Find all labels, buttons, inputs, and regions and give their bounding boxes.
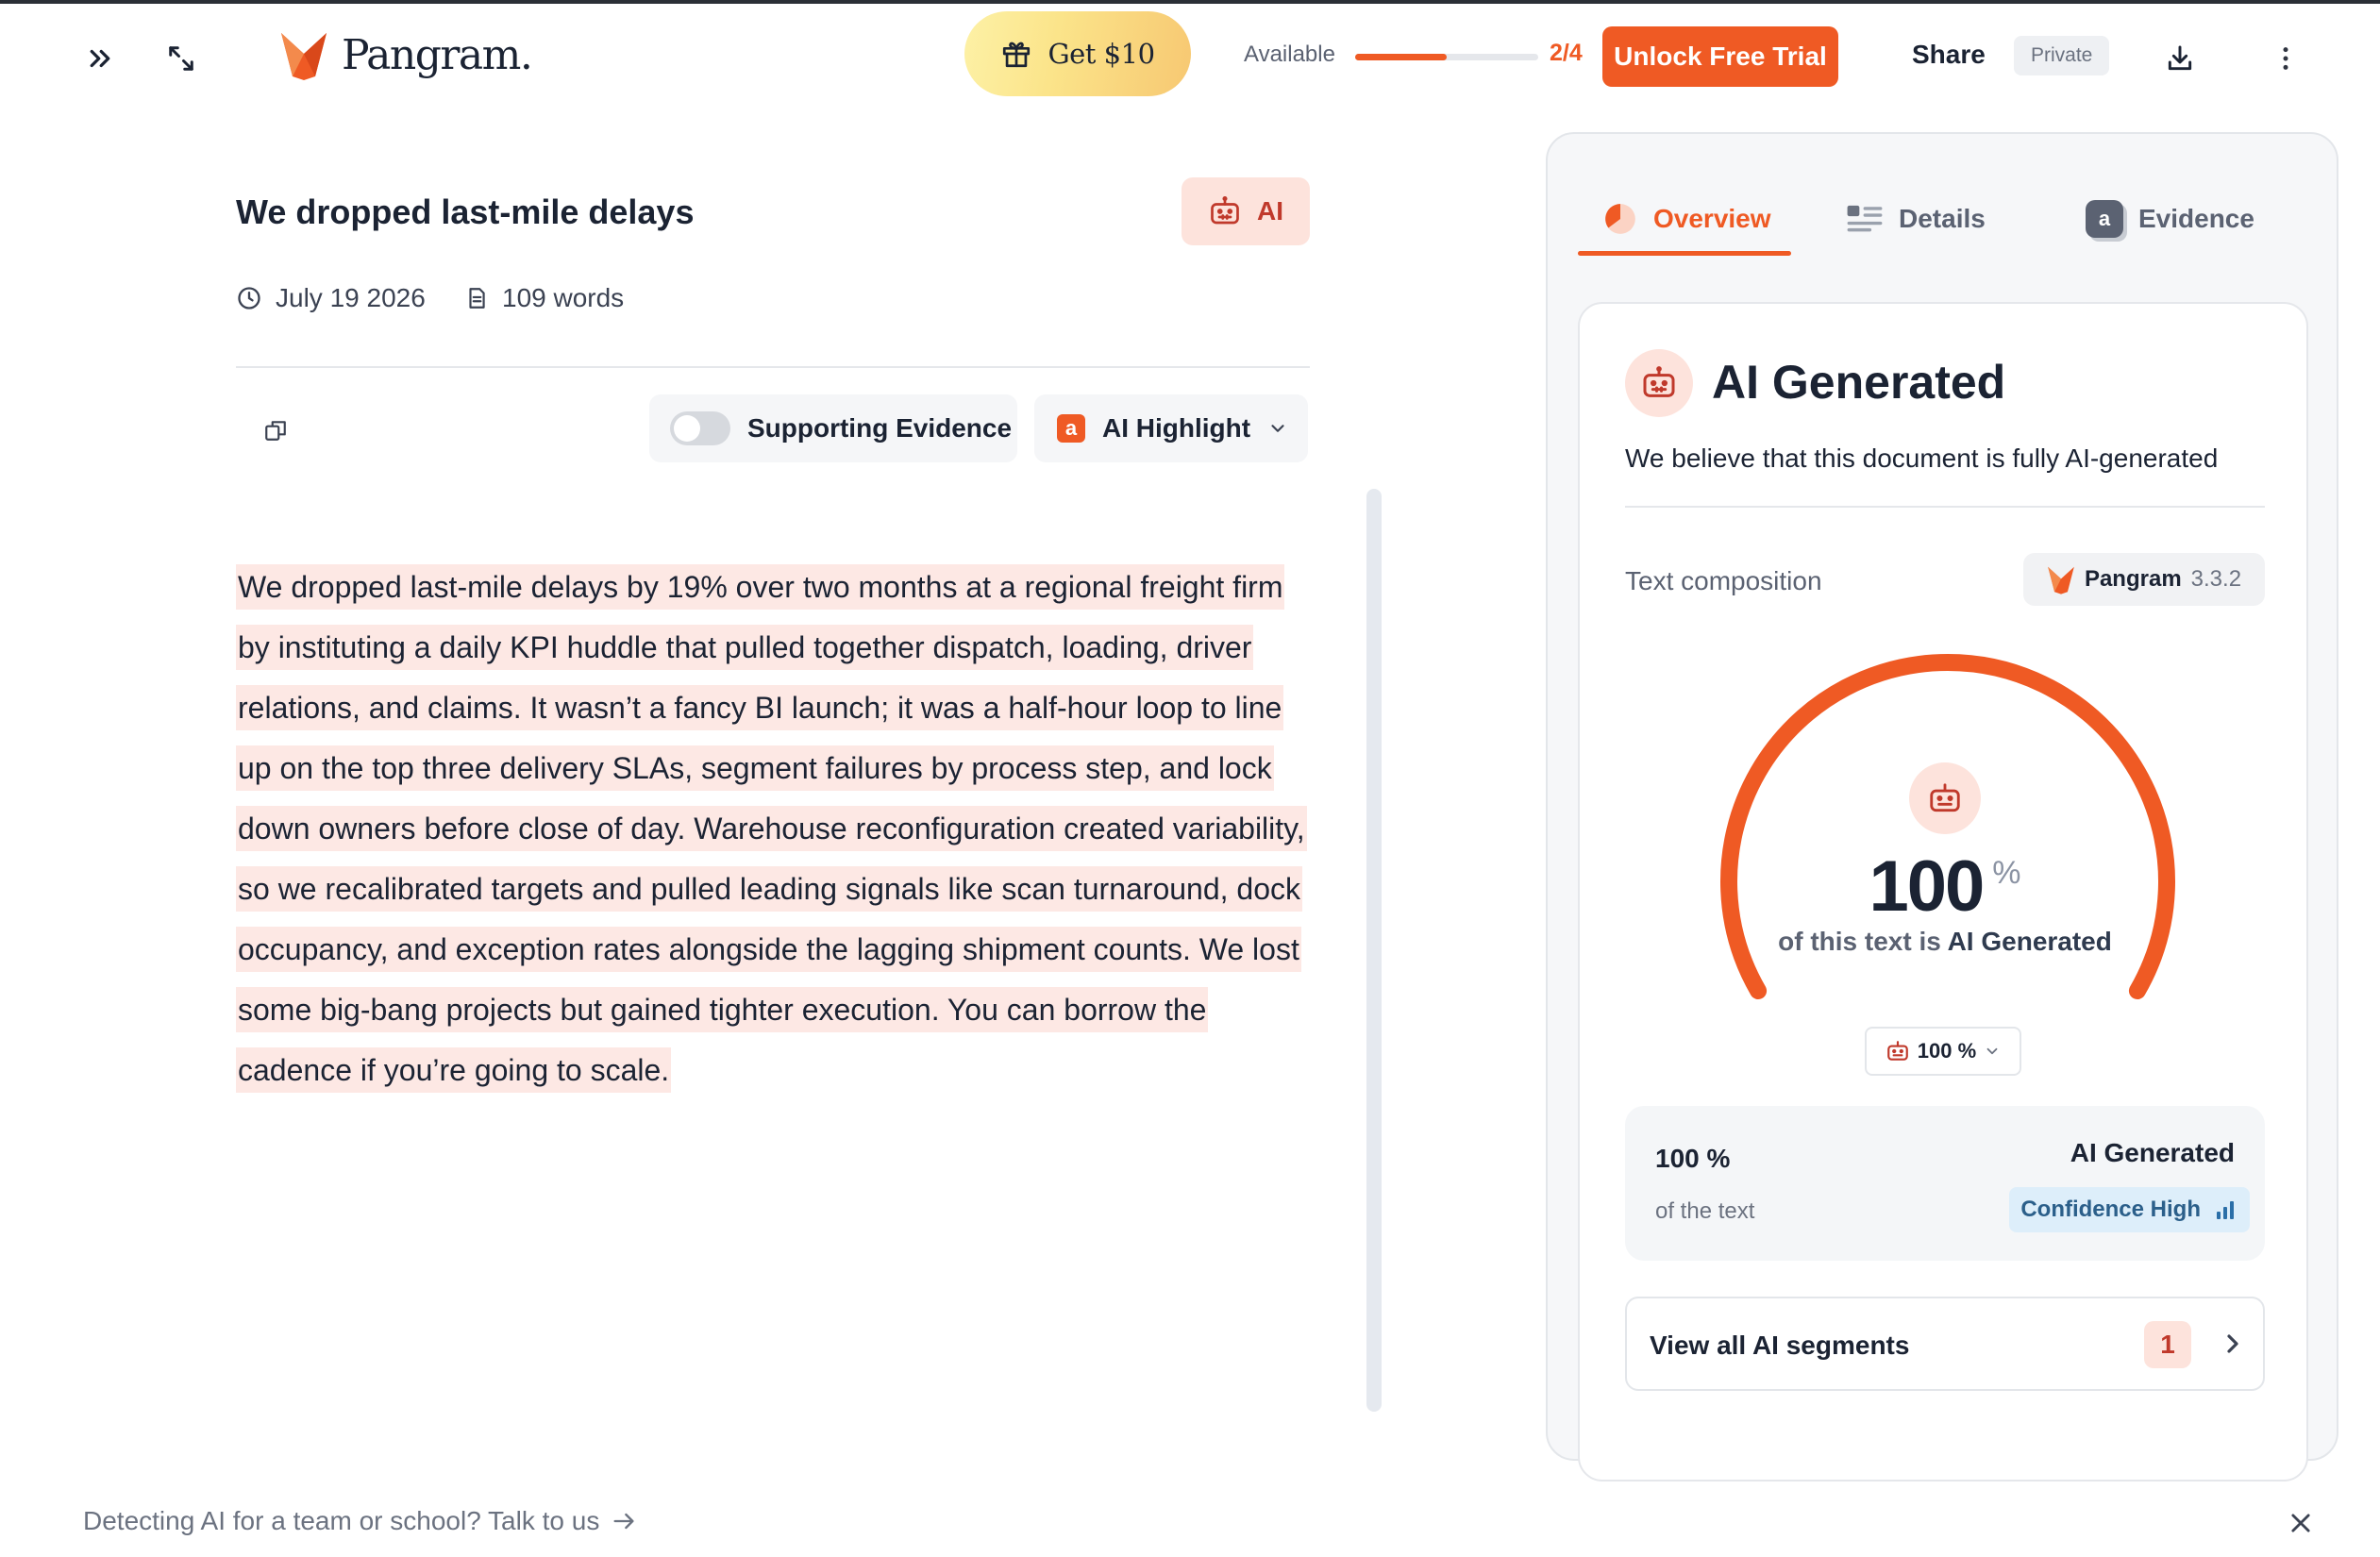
clock-icon	[238, 287, 260, 310]
close-banner-button[interactable]	[2282, 1504, 2320, 1542]
expand-sidebar-button[interactable]	[74, 32, 126, 85]
promo-label: Get $10	[1048, 38, 1155, 70]
usage-progress-bar	[1355, 54, 1538, 60]
gauge-caption-prefix: of this text is	[1778, 927, 1948, 956]
summary-box: 100 % of the text AI Generated Confidenc…	[1625, 1106, 2265, 1261]
chevron-right-icon	[2227, 1334, 2238, 1353]
tab-details[interactable]: Details	[1846, 191, 1986, 247]
arrow-right-icon	[613, 1513, 634, 1530]
gauge-caption-strong: AI Generated	[1947, 927, 2112, 956]
model-name: Pangram	[2084, 566, 2182, 592]
model-version-chip: Pangram 3.3.2	[2023, 553, 2265, 606]
close-icon	[2291, 1514, 2310, 1532]
evidence-icon: a	[2086, 200, 2123, 238]
team-contact-text: Detecting AI for a team or school? Talk …	[83, 1506, 600, 1535]
download-icon	[2168, 45, 2192, 71]
logo-text: Pangram.	[342, 30, 533, 79]
toggle-switch[interactable]	[670, 411, 730, 445]
percent-select[interactable]: 100 %	[1865, 1027, 2021, 1076]
confidence-badge: Confidence High	[2009, 1187, 2250, 1232]
ai-badge-label: AI	[1257, 196, 1283, 226]
details-list-icon	[1847, 205, 1883, 232]
tab-evidence-label: Evidence	[2138, 204, 2254, 233]
ai-highlight-label: AI Highlight	[1102, 413, 1251, 443]
gauge-number: 100	[1869, 846, 1985, 927]
usage-count: 2/4	[1550, 40, 1583, 66]
fullscreen-button[interactable]	[155, 32, 208, 85]
word-count: 109 words	[464, 283, 624, 313]
gift-icon	[1003, 42, 1031, 68]
gauge-robot-icon-circle	[1909, 762, 1981, 834]
confidence-label: Confidence High	[2020, 1197, 2201, 1222]
gauge-caption: of this text is AI Generated	[1580, 927, 2306, 957]
model-version: 3.3.2	[2190, 566, 2242, 592]
get-10-promo-button[interactable]: Get $10	[964, 11, 1191, 96]
chevron-down-icon	[1986, 1047, 1998, 1055]
document-date: July 19 2026	[236, 283, 426, 313]
tab-details-label: Details	[1899, 204, 1986, 233]
chevrons-right-icon	[90, 49, 110, 68]
pangram-logo[interactable]: Pangram.	[279, 26, 533, 83]
copy-button[interactable]	[253, 408, 298, 453]
share-button[interactable]: Share	[1912, 40, 1986, 70]
ai-highlight-dropdown[interactable]: a AI Highlight	[1034, 394, 1308, 462]
view-all-label: View all AI segments	[1650, 1331, 1910, 1360]
chevron-down-icon	[1271, 425, 1284, 432]
bar-chart-icon	[2217, 1201, 2234, 1219]
summary-percent: 100 %	[1655, 1144, 1731, 1173]
result-title: AI Generated	[1712, 356, 2006, 409]
segments-count-badge: 1	[2144, 1321, 2191, 1368]
word-count-text: 109 words	[502, 283, 625, 312]
document-body: We dropped last-mile delays by 19% over …	[236, 557, 1317, 1100]
team-contact-link[interactable]: Detecting AI for a team or school? Talk …	[83, 1506, 637, 1536]
tab-evidence[interactable]: a Evidence	[2086, 191, 2254, 247]
result-subtitle: We believe that this document is fully A…	[1625, 444, 2219, 473]
fox-logo-icon	[281, 33, 327, 80]
document-icon	[469, 288, 485, 309]
gauge-unit: %	[1992, 855, 2021, 891]
download-button[interactable]	[2154, 32, 2206, 85]
more-options-button[interactable]	[2259, 32, 2312, 85]
view-all-ai-segments-button[interactable]: View all AI segments 1	[1625, 1297, 2265, 1391]
percent-select-value: 100 %	[1917, 1039, 1977, 1063]
overview-card: AI Generated We believe that this docume…	[1578, 302, 2308, 1482]
visibility-badge[interactable]: Private	[2014, 36, 2110, 75]
summary-label: AI Generated	[2070, 1138, 2235, 1167]
expand-icon	[169, 46, 193, 71]
ai-highlighted-text[interactable]: We dropped last-mile delays by 19% over …	[236, 564, 1307, 1093]
active-tab-indicator	[1578, 251, 1791, 256]
robot-icon	[1211, 195, 1239, 225]
card-divider	[1625, 506, 2265, 508]
robot-icon	[1643, 366, 1675, 397]
overview-pie-icon	[1605, 204, 1635, 234]
available-label: Available	[1244, 42, 1335, 67]
fox-logo-icon	[2048, 566, 2074, 594]
robot-icon	[1930, 783, 1960, 812]
highlight-chip-icon: a	[1057, 414, 1085, 443]
robot-icon	[1886, 1041, 1908, 1061]
supporting-evidence-toggle[interactable]: Supporting Evidence	[649, 394, 1017, 462]
analysis-panel: Overview Details a Evidence AI Generated…	[1546, 132, 2338, 1482]
usage-progress-fill	[1355, 54, 1447, 60]
header-divider	[236, 366, 1310, 368]
supporting-evidence-label: Supporting Evidence	[747, 413, 1013, 443]
result-icon-circle	[1625, 349, 1693, 417]
top-bar: Pangram. Get $10 Available 2/4 Unlock Fr…	[0, 4, 2380, 102]
tab-overview-label: Overview	[1653, 204, 1771, 233]
ai-result-badge: AI	[1182, 177, 1310, 245]
copy-icon	[265, 421, 286, 441]
date-text: July 19 2026	[276, 283, 426, 312]
unlock-free-trial-button[interactable]: Unlock Free Trial	[1602, 26, 1838, 87]
text-composition-label: Text composition	[1625, 566, 1822, 595]
gauge-value: 100%	[1580, 845, 2306, 928]
document-title: We dropped last-mile delays	[236, 193, 695, 231]
more-vertical-icon	[2283, 47, 2288, 70]
tab-overview[interactable]: Overview	[1602, 191, 1771, 247]
document-scrollbar[interactable]	[1366, 489, 1382, 1412]
summary-of-text: of the text	[1655, 1198, 1755, 1224]
